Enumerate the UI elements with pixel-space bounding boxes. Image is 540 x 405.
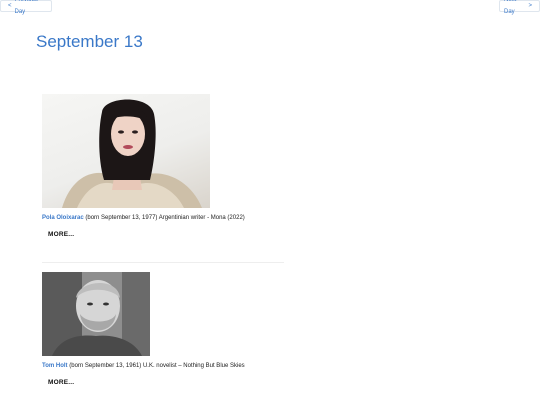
portrait-photo <box>62 99 202 208</box>
more-button[interactable]: MORE... <box>48 379 74 386</box>
author-photo <box>42 272 150 356</box>
next-day-button[interactable]: Next Day > <box>499 0 540 15</box>
birthday-entry: Tom Holt (born September 13, 1961) U.K. … <box>42 272 284 389</box>
portrait-photo <box>42 272 150 356</box>
entry-detail: (born September 13, 1961) U.K. novelist … <box>67 363 245 369</box>
previous-day-label: Previous Day <box>14 0 38 15</box>
author-name-link[interactable]: Tom Holt <box>42 363 68 369</box>
entry-caption: Tom Holt (born September 13, 1961) U.K. … <box>42 362 284 371</box>
next-day-label: Next Day <box>504 0 517 15</box>
chevron-left-icon: < <box>8 3 12 9</box>
more-button[interactable]: MORE... <box>48 231 74 238</box>
author-name-link[interactable]: Pola Oloixarac <box>42 215 84 221</box>
birthday-entry: Pola Oloixarac (born September 13, 1977)… <box>42 94 284 241</box>
previous-day-button[interactable]: < Previous Day <box>0 0 52 15</box>
page-title: September 13 <box>36 32 143 51</box>
entry-divider <box>42 262 284 263</box>
entry-caption: Pola Oloixarac (born September 13, 1977)… <box>42 214 284 223</box>
chevron-right-icon: > <box>528 3 532 9</box>
page: < Previous Day Next Day > September 13 P… <box>0 0 540 405</box>
author-photo <box>42 94 210 208</box>
entry-detail: (born September 13, 1977) Argentinian wr… <box>83 215 245 221</box>
